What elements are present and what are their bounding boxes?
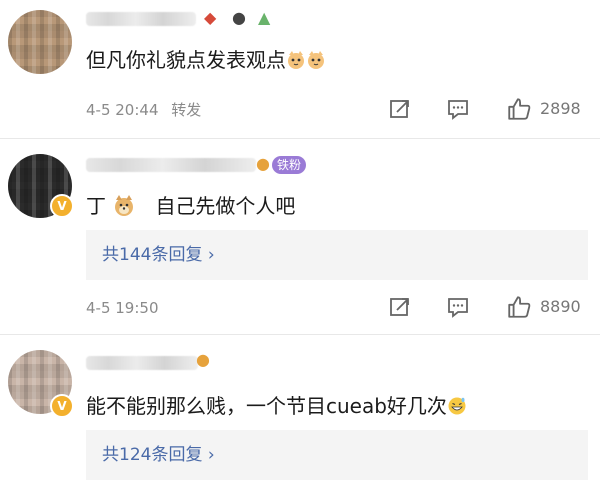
share-icon	[390, 298, 409, 316]
fan-icon: ●	[256, 154, 270, 173]
forward-link[interactable]: 转发	[171, 101, 201, 119]
timestamp: 4-5 19:50	[86, 299, 159, 317]
comment-text: 丁 自己先做个人吧	[86, 194, 296, 218]
thumbs-up-icon	[508, 98, 531, 120]
comment-icon	[448, 100, 468, 120]
like-button[interactable]	[506, 96, 532, 120]
comment-button[interactable]	[446, 295, 470, 319]
avatar[interactable]	[8, 10, 72, 74]
comment-3: V ● 能不能别那么贱，一个节目cueab好几次 共124条回复 ›	[0, 336, 600, 480]
comment-text: 能不能别那么贱，一个节目cueab好几次	[86, 392, 467, 420]
comment-text: 但凡你礼貌点发表观点	[86, 46, 326, 74]
share-button[interactable]	[388, 97, 412, 121]
comment-icon	[448, 298, 468, 318]
chevron-right-icon: ›	[207, 445, 215, 465]
comment-meta: 4-5 20:44 转发	[86, 100, 209, 120]
thumbs-up-icon	[508, 296, 531, 318]
comment-button[interactable]	[446, 97, 470, 121]
fan-badge: 铁粉	[272, 156, 307, 174]
verified-badge-icon: V	[50, 194, 74, 218]
like-count: 2898	[540, 99, 581, 118]
verified-badge-icon: V	[50, 394, 74, 418]
doge-emoji-icon	[115, 195, 134, 216]
panda-icon: ●	[232, 8, 246, 27]
share-icon	[390, 100, 409, 118]
cat-emoji-icon	[288, 51, 304, 69]
timestamp: 4-5 20:44	[86, 101, 159, 119]
username-blurred[interactable]	[86, 158, 256, 172]
username-blurred[interactable]	[86, 12, 196, 26]
cat-emoji-icon	[308, 51, 324, 69]
comment-meta: 4-5 19:50	[86, 298, 167, 318]
view-replies-link[interactable]: 共124条回复 ›	[102, 430, 215, 480]
view-replies-link[interactable]: 共144条回复 ›	[102, 230, 215, 280]
divider	[0, 138, 600, 139]
plant-icon: ▲	[258, 8, 271, 27]
share-button[interactable]	[388, 295, 412, 319]
medal-icon: ◆	[204, 8, 217, 27]
reply-summary[interactable]: 共124条回复 ›	[86, 430, 588, 480]
chevron-right-icon: ›	[207, 245, 215, 265]
comment-1: ◆ ● ▲ 但凡你礼貌点发表观点 4-5 20:44 转发 2898	[0, 0, 600, 140]
divider	[0, 334, 600, 335]
like-button[interactable]	[506, 294, 532, 318]
like-count: 8890	[540, 297, 581, 316]
comment-2: V ● 铁粉 丁 自己先做个人吧 共144条回复 › 4-5 19:50 889…	[0, 140, 600, 336]
grin-sweat-emoji-icon	[448, 397, 466, 415]
username-blurred[interactable]	[86, 356, 198, 370]
fan-icon: ●	[196, 350, 210, 369]
reply-summary[interactable]: 共144条回复 ›	[86, 230, 588, 280]
